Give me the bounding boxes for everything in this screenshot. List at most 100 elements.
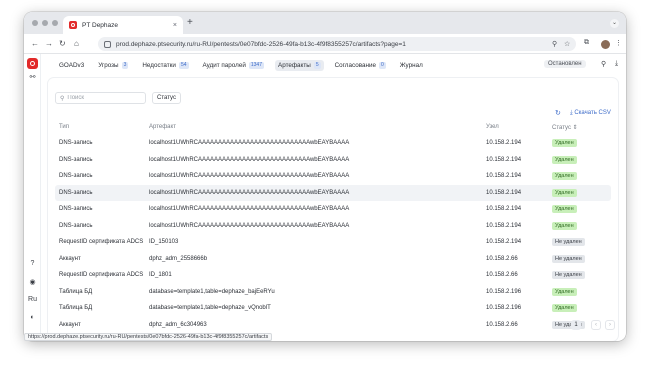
tab-approval[interactable]: Согласование 0 (332, 60, 389, 71)
table-row[interactable]: Таблица БД database=template1,table=depha… (55, 300, 611, 317)
next-page-button[interactable]: › (605, 320, 615, 330)
tab-threats[interactable]: Угрозы 3 (95, 60, 131, 71)
cell-type: Таблица БД (59, 288, 93, 295)
cell-artifact: ID_1801 (149, 272, 172, 279)
cell-type: DNS-запись (59, 206, 93, 213)
close-window-button[interactable] (32, 20, 38, 26)
tab-strip: PT Dephaze × + ⌄ (24, 12, 626, 34)
status-badge: Не удален (552, 271, 585, 280)
download-csv-button[interactable]: ⤓ Скачать CSV (570, 110, 611, 117)
cell-status: Удален (548, 201, 611, 218)
table-row[interactable]: Аккаунт dphz_adm_2558666b 10.158.2.66 Не уд… (55, 251, 611, 268)
browser-tab[interactable]: PT Dephaze × (63, 16, 183, 34)
tab-weaknesses[interactable]: Недостатки 54 (139, 60, 191, 71)
cell-status: Удален (548, 168, 611, 185)
help-icon[interactable]: ? (24, 260, 41, 267)
new-tab-button[interactable]: + (187, 17, 193, 28)
minimize-window-button[interactable] (42, 20, 48, 26)
artifacts-panel: ⚲ Статус ↻ ⤓ Скачать CSV Тип Артефакт Уз… (48, 78, 618, 341)
tab-count-badge: 3 (121, 61, 129, 69)
cell-artifact: ID_150103 (149, 239, 179, 246)
column-header-artifact[interactable]: Артефакт (145, 119, 482, 135)
app-logo[interactable] (27, 58, 38, 69)
status-badge: Удален (552, 172, 577, 181)
status-badge: Удален (552, 139, 577, 148)
table-row[interactable]: DNS-запись localhost1UWhRCAAAAAAAAAAAAAAA… (55, 152, 611, 169)
table-row[interactable]: Таблица БД database=template1,table=depha… (55, 284, 611, 301)
cell-status: Не удален (548, 234, 611, 251)
forward-icon[interactable]: → (45, 39, 53, 48)
table-row[interactable]: DNS-запись localhost1UWhRCAAAAAAAAAAAAAAA… (55, 135, 611, 152)
cell-node: 10.158.2.194 (486, 206, 522, 213)
tab-search-icon[interactable]: ⌄ (610, 19, 619, 28)
tab-journal[interactable]: Журнал (397, 60, 426, 71)
table-row[interactable]: DNS-запись localhost1UWhRCAAAAAAAAAAAAAAA… (55, 218, 611, 235)
back-icon[interactable]: ← (31, 39, 39, 48)
cell-status: Не удален (548, 267, 611, 284)
profile-avatar[interactable] (601, 40, 610, 49)
main-area: GOADv3 Угрозы 3 Недостатки 54 Аудит паро… (41, 54, 626, 341)
theme-icon[interactable]: ◐ (24, 314, 41, 321)
status-badge: Удален (552, 188, 577, 197)
window-controls (32, 20, 58, 26)
stopped-status-button[interactable]: Остановлен (544, 60, 586, 68)
browser-menu-icon[interactable]: ⋮ (615, 39, 622, 47)
column-header-status[interactable]: Статус ⇕ (548, 119, 611, 135)
app-content: ⚯ ? ◉ Ru ◐ GOADv3 Угрозы 3 Недостатки 54 (24, 54, 626, 341)
url-text[interactable]: prod.dephaze.ptsecurity.ru/ru-RU/pentest… (116, 41, 406, 48)
table-row[interactable]: RequestID сертификата ADCS ID_1801 10.158.… (55, 267, 611, 284)
cell-node: 10.158.2.194 (486, 239, 522, 246)
network-icon[interactable]: ⚯ (24, 73, 41, 81)
section-tabs: GOADv3 Угрозы 3 Недостатки 54 Аудит паро… (41, 54, 626, 76)
tab-close-button[interactable]: × (173, 22, 177, 29)
status-badge: Удален (552, 205, 577, 214)
download-icon[interactable]: ⤓ (615, 60, 618, 68)
refresh-icon[interactable]: ↻ (555, 109, 561, 117)
site-settings-icon[interactable] (104, 40, 111, 48)
cell-type: DNS-запись (59, 140, 93, 147)
column-header-type[interactable]: Тип (55, 119, 145, 135)
column-header-node[interactable]: Узел (482, 119, 548, 135)
zoom-window-button[interactable] (52, 20, 58, 26)
table-row[interactable]: RequestID сертификата ADCS ID_150103 10.15… (55, 234, 611, 251)
search-input[interactable] (67, 95, 143, 101)
language-switch[interactable]: Ru (24, 296, 41, 303)
reload-icon[interactable]: ↻ (59, 39, 66, 48)
prev-page-button[interactable]: ‹ (591, 320, 601, 330)
page-1-button[interactable]: 1 (571, 320, 581, 330)
table-row[interactable]: DNS-запись localhost1UWhRCAAAAAAAAAAAAAAA… (55, 168, 611, 185)
search-icon[interactable]: ⚲ (601, 60, 606, 68)
cell-artifact: localhost1UWhRCAAAAAAAAAAAAAAAAAAAAAAAAA… (149, 206, 350, 213)
tab-artifacts[interactable]: Артефакты 5 (275, 59, 324, 71)
artifacts-table: Тип Артефакт Узел Статус ⇕ DNS-запись loc… (55, 119, 611, 333)
cell-node: 10.158.2.66 (486, 272, 518, 279)
status-filter-button[interactable]: Статус (152, 92, 181, 104)
cell-node: 10.158.2.194 (486, 156, 522, 163)
tab-label: Недостатки (142, 61, 176, 69)
cell-node: 10.158.2.194 (486, 173, 522, 180)
search-field[interactable]: ⚲ (55, 92, 146, 104)
home-icon[interactable]: ⌂ (74, 39, 79, 48)
sort-icon[interactable]: ⇕ (573, 125, 578, 131)
tab-goad[interactable]: GOADv3 (56, 60, 87, 71)
cell-type: Аккаунт (59, 321, 81, 328)
cell-node: 10.158.2.194 (486, 222, 522, 229)
zoom-icon[interactable]: ⚲ (552, 40, 557, 48)
tab-count-badge: 5 (313, 61, 321, 69)
cell-artifact: localhost1UWhRCAAAAAAAAAAAAAAAAAAAAAAAAA… (149, 173, 350, 180)
cell-type: RequestID сертификата ADCS (59, 272, 144, 279)
table-row[interactable]: DNS-запись localhost1UWhRCAAAAAAAAAAAAAAA… (55, 184, 611, 201)
cell-type: DNS-запись (59, 222, 93, 229)
cell-artifact: localhost1UWhRCAAAAAAAAAAAAAAAAAAAAAAAAA… (145, 184, 482, 201)
tab-count-badge: 0 (378, 61, 386, 69)
tab-password-audit[interactable]: Аудит паролей 1347 (200, 60, 268, 71)
address-bar[interactable]: prod.dephaze.ptsecurity.ru/ru-RU/pentest… (98, 37, 576, 51)
status-badge: Удален (552, 304, 577, 313)
table-row[interactable]: DNS-запись localhost1UWhRCAAAAAAAAAAAAAAA… (55, 201, 611, 218)
table-row[interactable]: Аккаунт dphz_adm_6c304963 10.158.2.66 Не уд… (55, 317, 611, 334)
bookmark-star-icon[interactable]: ☆ (564, 40, 570, 48)
extensions-icon[interactable]: ⧉ (584, 39, 589, 47)
tab-label: Артефакты (278, 61, 311, 69)
settings-icon[interactable]: ◉ (24, 278, 41, 286)
cell-artifact: localhost1UWhRCAAAAAAAAAAAAAAAAAAAAAAAAA… (149, 140, 350, 147)
